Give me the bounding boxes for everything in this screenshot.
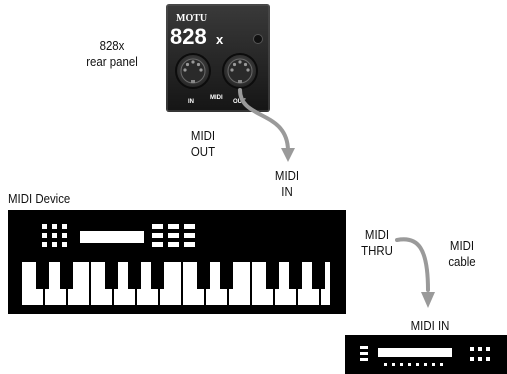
piano-keys	[22, 262, 330, 305]
midi-module-device	[345, 335, 507, 374]
display-screen	[80, 231, 144, 243]
brand-logo: MOTU	[176, 13, 207, 24]
arrow-down-icon	[281, 148, 295, 162]
model-suffix: x	[216, 32, 224, 47]
arrow-down-icon	[421, 292, 435, 308]
interface-rear-panel: MOTU 828 x IN MIDI OUT	[166, 4, 270, 112]
screw-icon	[253, 34, 263, 44]
midi-out-port-icon	[222, 53, 258, 89]
port-in-label: IN	[188, 99, 194, 105]
module-display	[378, 348, 452, 357]
module-buttons-left-icon	[360, 346, 368, 361]
midi-in-port-icon	[175, 53, 211, 89]
midi-cable-bottom	[395, 237, 430, 292]
button-grid-right-icon	[152, 224, 195, 247]
button-grid-left-icon	[42, 224, 67, 247]
port-midi-label: MIDI	[210, 95, 223, 101]
midi-diagram: MOTU 828 x IN MIDI OUT	[8, 4, 507, 374]
model-number: 828	[170, 24, 207, 49]
midi-device-keyboard	[8, 210, 346, 314]
